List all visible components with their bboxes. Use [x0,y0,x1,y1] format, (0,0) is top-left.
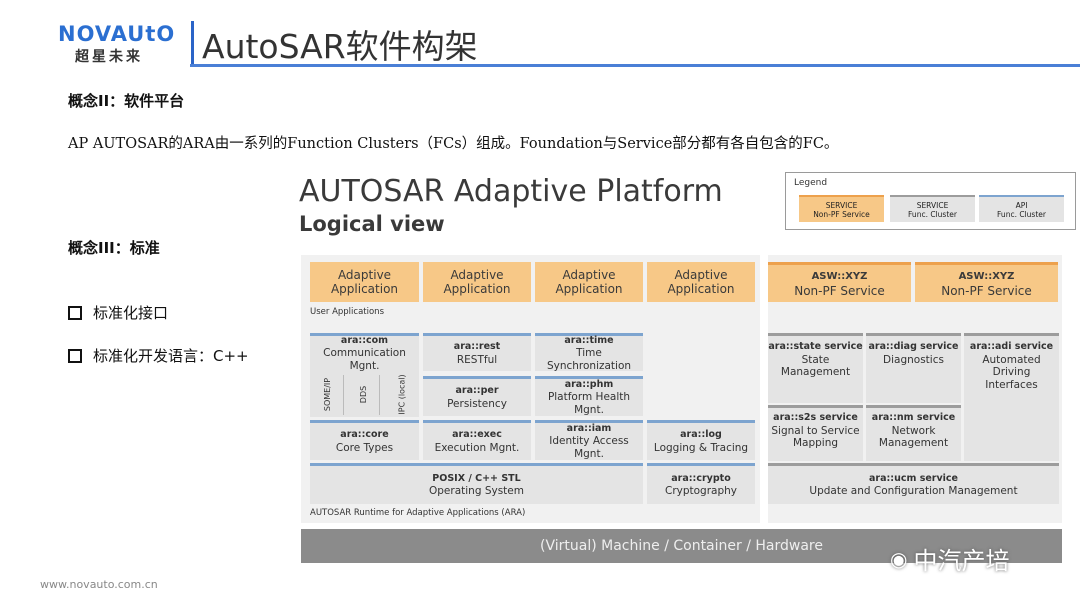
footer-url: www.novauto.com.cn [40,578,158,591]
legend-item-top: API [1015,200,1028,210]
legend-item-bottom: Func. Cluster [997,209,1046,219]
asw-service-block: ASW::XYZ Non-PF Service [915,262,1058,302]
bullet-box-icon [68,305,82,320]
diagram-subtitle: Logical view [299,212,445,236]
bullet-box-icon [68,348,82,363]
legend-title: Legend [794,178,828,188]
concept-3-heading: 概念III：标准 [68,239,160,257]
legend-item-top: SERVICE [825,200,858,210]
diagram-title: AUTOSAR Adaptive Platform [299,174,723,209]
api-phm-block: ara::phm Platform Health Mgnt. [535,376,643,416]
divider [343,375,344,415]
legend: Legend SERVICE Non-PF Service SERVICE Fu… [785,172,1076,230]
legend-item-bottom: Non-PF Service [813,209,870,219]
service-adi-block: ara::adi service Automated Driving Interfa… [964,333,1059,461]
api-com-block: ara::com Communication Mgnt. [310,333,419,372]
service-ucm-block: ara::ucm service Update and Configuration… [768,463,1059,504]
watermark-text: 中汽产培 [913,547,1010,575]
concept-2-heading: 概念II：软件平台 [68,92,185,110]
api-exec-block: ara::exec Execution Mgnt. [423,420,531,460]
legend-item-service-cluster: SERVICE Func. Cluster [890,195,975,222]
dds-label: DDS [359,385,369,403]
service-state-block: ara::state service State Management [768,333,863,403]
legend-item-non-pf-service: SERVICE Non-PF Service [799,195,884,222]
service-s2s-block: ara::s2s service Signal to Service Mapping [768,405,863,461]
description-paragraph: AP AUTOSAR的ARA由一系列的Function Clusters（FCs… [68,136,839,152]
diagram-separator [760,255,768,523]
service-diag-block: ara::diag service Diagnostics [866,333,961,403]
adaptive-application-block: Adaptive Application [423,262,531,302]
logo-subtitle: 超星未来 [75,49,143,65]
someip-label: SOME/IP [323,377,333,411]
api-rest-block: ara::rest RESTful [423,333,531,371]
api-per-block: ara::per Persistency [423,376,531,416]
legend-item-api-cluster: API Func. Cluster [979,195,1064,222]
bullet-item: 标准化开发语言：C++ [68,345,249,366]
api-iam-block: ara::iam Identity Access Mgnt. [535,420,643,460]
header-divider [190,64,1080,67]
watermark: ◉ 中汽产培 [890,541,1009,576]
ipc-label: IPC (local) [397,373,407,415]
runtime-label: AUTOSAR Runtime for Adaptive Application… [310,508,526,518]
service-nm-block: ara::nm service Network Management [866,405,961,461]
api-posix-block: POSIX / C++ STL Operating System [310,463,643,504]
divider [379,375,380,415]
adaptive-application-block: Adaptive Application [535,262,643,302]
adaptive-application-block: Adaptive Application [310,262,419,302]
api-core-block: ara::core Core Types [310,420,419,460]
page-title: AutoSAR软件构架 [202,27,478,66]
api-time-block: ara::time Time Synchronization [535,333,643,372]
legend-item-top: SERVICE [916,200,949,210]
bullet-text: 标准化接口 [93,304,169,322]
asw-service-block: ASW::XYZ Non-PF Service [768,262,911,302]
legend-item-bottom: Func. Cluster [908,209,957,219]
bullet-text: 标准化开发语言：C++ [93,347,249,365]
api-log-block: ara::log Logging & Tracing [647,420,755,460]
api-crypto-block: ara::crypto Cryptography [647,463,755,504]
bullet-item: 标准化接口 [68,302,168,323]
logo-text: NOVAUtO [58,22,176,46]
wechat-icon: ◉ [890,546,908,571]
user-applications-label: User Applications [310,307,384,317]
adaptive-application-block: Adaptive Application [647,262,755,302]
title-accent-bar [191,21,194,65]
